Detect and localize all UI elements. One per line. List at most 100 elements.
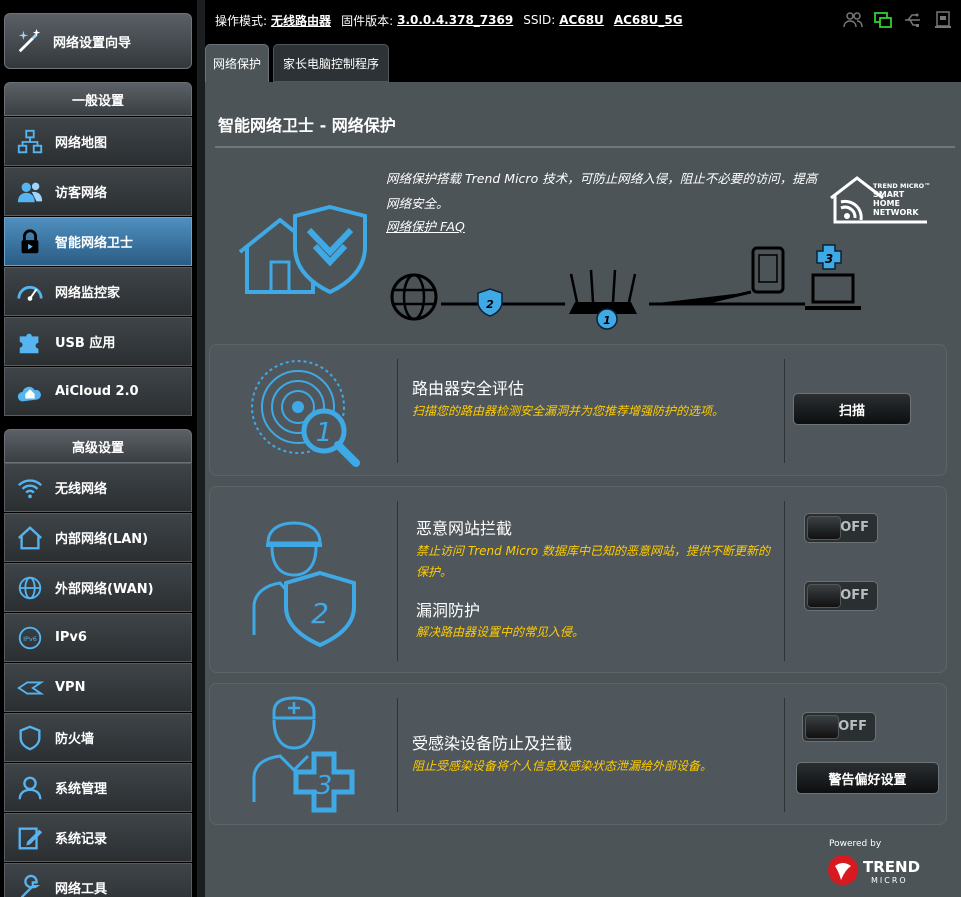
guest-network-icon: [15, 177, 45, 207]
nurse-medical-icon: 3: [252, 696, 355, 813]
sidebar-item-administration[interactable]: 系统管理: [4, 763, 192, 812]
tab-parental-controls[interactable]: 家长电脑控制程序: [273, 44, 389, 82]
sidebar-item-label: AiCloud 2.0: [55, 384, 139, 399]
wifi-icon: [15, 473, 45, 503]
home-icon: [15, 523, 45, 553]
security-guard-icon: 2: [252, 521, 356, 648]
home-shield-illustration: [238, 204, 367, 295]
sidebar-item-vpn[interactable]: VPN: [4, 663, 192, 712]
tab-bar: 网络保护 家长电脑控制程序: [205, 40, 961, 82]
svg-text:TREND: TREND: [863, 858, 920, 876]
operation-mode-link[interactable]: 无线路由器: [271, 12, 331, 29]
sidebar-item-network-tools[interactable]: 网络工具: [4, 863, 192, 897]
sidebar-item-firewall[interactable]: 防火墙: [4, 713, 192, 762]
phone-icon: [751, 246, 785, 294]
vulnerability-protection-description: 解决路由器设置中的常见入侵。: [416, 625, 585, 639]
firmware-label: 固件版本:: [341, 13, 394, 28]
svg-text:1: 1: [316, 418, 333, 448]
panel-separator: [784, 698, 785, 812]
panel-separator: [397, 359, 398, 463]
vulnerability-protection-title: 漏洞防护: [416, 601, 481, 620]
status-bar: 操作模式: 无线路由器 固件版本: 3.0.0.4.378_7369 SSID:…: [205, 0, 961, 40]
svg-text:SMART: SMART: [873, 190, 905, 199]
ssid-link-24g[interactable]: AC68U: [559, 13, 604, 27]
sidebar-item-label: VPN: [55, 680, 86, 695]
sidebar-item-label: 系统管理: [55, 782, 108, 797]
toggle-knob: [807, 516, 841, 540]
speedometer-icon: [15, 277, 45, 307]
alert-preference-button[interactable]: 警告偏好设置: [796, 762, 939, 794]
network-status-icon[interactable]: [873, 10, 893, 30]
infected-device-blocking-toggle[interactable]: OFF: [802, 712, 876, 742]
svg-text:2: 2: [311, 597, 329, 630]
infected-device-description: 阻止受感染设备将个人信息及感染状态泄漏给外部设备。: [412, 759, 713, 773]
svg-text:3: 3: [316, 771, 333, 801]
main-content: 智能网络卫士 - 网络保护 网络保护搭载 Trend Micro 技术，可防止网…: [205, 82, 961, 897]
sidebar-item-guest-network[interactable]: 访客网络: [4, 167, 192, 216]
sidebar-item-aicloud[interactable]: AiCloud 2.0: [4, 367, 192, 416]
sidebar-item-label: 网络监控家: [55, 286, 121, 301]
log-edit-icon: [15, 823, 45, 853]
general-settings-heading: 一般设置: [4, 82, 192, 116]
sidebar-item-network-map[interactable]: 网络地图: [4, 117, 192, 166]
assessment-title: 路由器安全评估: [412, 379, 525, 398]
sidebar-item-traffic-monitor[interactable]: 网络监控家: [4, 267, 192, 316]
panel-separator: [784, 359, 785, 463]
svg-text:IPv6: IPv6: [23, 634, 37, 642]
sidebar-item-usb-apps[interactable]: USB 应用: [4, 317, 192, 366]
usb-icon[interactable]: [903, 10, 923, 30]
ssid-link-5g[interactable]: AC68U_5G: [614, 13, 683, 27]
faq-link[interactable]: 网络保护 FAQ: [386, 216, 465, 235]
scan-button[interactable]: 扫描: [793, 393, 911, 425]
diagram-badge-1: 1: [603, 314, 611, 327]
clients-icon[interactable]: [843, 10, 863, 30]
svg-text:MICRO: MICRO: [871, 876, 908, 885]
title-divider: [215, 146, 955, 148]
infected-device-blocking-panel: 3 受感染设备防止及拦截 阻止受感染设备将个人信息及感染状态泄漏给外部设备。 O…: [209, 683, 947, 825]
intro-description: 网络保护搭载 Trend Micro 技术，可防止网络入侵，阻止不必要的访问，提…: [386, 171, 818, 211]
sidebar-item-lan[interactable]: 内部网络(LAN): [4, 513, 192, 562]
sidebar-item-wan[interactable]: 外部网络(WAN): [4, 563, 192, 612]
vulnerability-protection-toggle[interactable]: OFF: [804, 581, 878, 611]
cloud-home-icon: [15, 377, 45, 407]
shield-icon: [15, 723, 45, 753]
diagram-badge-3: 3: [825, 252, 833, 266]
admin-user-icon: [15, 773, 45, 803]
toggle-state: OFF: [840, 588, 869, 603]
printer-icon[interactable]: [933, 10, 953, 30]
toggle-state: OFF: [838, 719, 867, 734]
wizard-label: 网络设置向导: [53, 35, 132, 51]
sidebar-item-ipv6[interactable]: IPv6 IPv6: [4, 613, 192, 662]
toggle-knob: [807, 584, 841, 608]
firmware-version-link[interactable]: 3.0.0.4.378_7369: [397, 13, 513, 27]
magic-wand-icon: [15, 26, 45, 56]
sidebar-item-system-log[interactable]: 系统记录: [4, 813, 192, 862]
malicious-protection-panel: 2 恶意网站拦截 禁止访问 Trend Micro 数据库中已知的恶意网站，提供…: [209, 486, 947, 673]
puzzle-icon: [15, 327, 45, 357]
ipv6-icon: IPv6: [15, 623, 45, 653]
sidebar-item-label: 网络地图: [55, 136, 108, 151]
svg-text:TREND MICRO™: TREND MICRO™: [873, 182, 931, 190]
laptop-icon: [805, 273, 861, 310]
sidebar: 网络设置向导 一般设置 网络地图 访客网络 智能网络卫士 网络监控家 USB 应…: [0, 0, 197, 897]
network-map-icon: [15, 127, 45, 157]
malicious-site-blocking-title: 恶意网站拦截: [416, 519, 513, 538]
sidebar-item-label: 智能网络卫士: [55, 236, 134, 251]
globe-icon: [15, 573, 45, 603]
page-title: 智能网络卫士 - 网络保护: [218, 116, 396, 135]
sidebar-item-wireless[interactable]: 无线网络: [4, 463, 192, 512]
powered-by-label: Powered by: [829, 839, 882, 849]
toggle-knob: [805, 715, 839, 739]
sidebar-item-label: 防火墙: [55, 732, 95, 747]
vpn-icon: [15, 673, 45, 703]
sidebar-item-label: IPv6: [55, 630, 87, 645]
status-icons: [843, 10, 953, 30]
trend-micro-smart-home-logo: TREND MICRO™ SMART HOME NETWORK: [830, 176, 931, 224]
network-setup-wizard-button[interactable]: 网络设置向导: [4, 13, 192, 69]
panel-separator: [397, 698, 398, 812]
sidebar-item-label: 系统记录: [55, 832, 108, 847]
sidebar-item-smart-guard[interactable]: 智能网络卫士: [4, 217, 192, 266]
tab-network-protection[interactable]: 网络保护: [205, 44, 269, 82]
malicious-site-blocking-toggle[interactable]: OFF: [804, 513, 878, 543]
diagram-badge-2: 2: [486, 298, 494, 311]
